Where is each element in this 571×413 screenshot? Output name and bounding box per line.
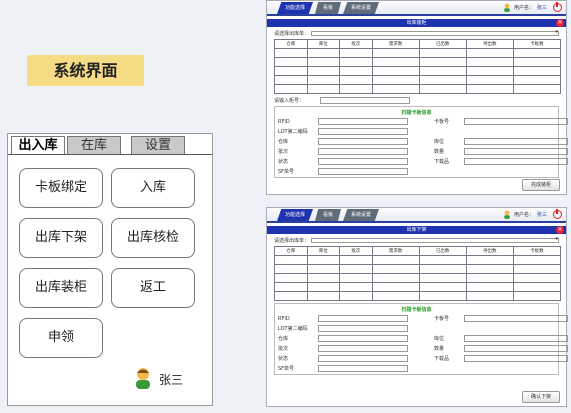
status-input[interactable] — [318, 355, 408, 362]
quantity-input[interactable] — [464, 345, 568, 352]
account: 用户名： 张三 — [503, 2, 562, 12]
lot-code-input[interactable] — [318, 128, 408, 135]
menu-function[interactable]: 功能选择 — [277, 209, 314, 221]
order-select[interactable] — [311, 236, 559, 243]
handheld-screen: 出入库 在库 设置 卡板绑定 入库 出库下架 出库核检 出库装柜 返工 申领 张… — [7, 133, 213, 406]
current-user: 张三 — [133, 367, 183, 392]
device-tabs: 出入库 在库 设置 — [8, 134, 212, 155]
account-label: 用户名： — [513, 5, 534, 11]
scan-title: 扫描卡板信息 — [401, 110, 432, 116]
status-input[interactable] — [318, 158, 408, 165]
location-input[interactable] — [464, 138, 568, 145]
user-name: 张三 — [159, 373, 184, 387]
sf-no-input[interactable] — [318, 168, 408, 175]
download-input[interactable] — [464, 158, 568, 165]
warehouse-input[interactable] — [318, 335, 408, 342]
confirm-unshelve-button[interactable]: 确认下架 — [522, 391, 560, 403]
container-no-label: 请输入柜号： — [274, 98, 305, 104]
user-avatar-icon — [504, 3, 510, 12]
scan-panel: 扫描卡板信息 RFID 卡板号 LOT第二编码 仓库 库位 批次 数量 状态 下载品 S… — [274, 303, 568, 375]
menu-dashboard[interactable]: 看板 — [315, 2, 342, 14]
account-label: 用户名： — [513, 212, 534, 218]
close-icon[interactable]: ✕ — [556, 19, 564, 27]
sf-no-input[interactable] — [318, 365, 408, 372]
window-title-text: 出库下架 — [406, 227, 427, 233]
power-icon[interactable] — [553, 2, 562, 12]
account-name: 张三 — [536, 5, 547, 11]
download-input[interactable] — [464, 355, 568, 362]
power-icon[interactable] — [553, 209, 562, 219]
lot-code-input[interactable] — [318, 325, 408, 332]
order-select-label: 请选择出库单： — [274, 238, 310, 244]
order-table: 仓库 库位 批次 需求数 已出数 待出数 卡板数 — [274, 246, 562, 301]
pallet-no-input[interactable] — [464, 315, 568, 322]
warehouse-input[interactable] — [318, 138, 408, 145]
unshelve-window: 功能选择 看板 系统设置 用户名：张三 出库下架 ✕ 请选择出库单： 仓库库位批次… — [266, 207, 568, 407]
scan-panel: 扫描卡板信息 RFID 卡板号 LOT第二编码 仓库 库位 批次 数量 状态 下载品 S… — [274, 106, 568, 178]
complete-loading-button[interactable]: 完成装柜 — [522, 179, 560, 191]
order-select[interactable] — [311, 29, 559, 36]
batch-input[interactable] — [318, 148, 408, 155]
container-no-input[interactable] — [320, 97, 411, 104]
outbound-check-button[interactable]: 出库核检 — [111, 218, 195, 258]
requisition-button[interactable]: 申领 — [19, 318, 103, 358]
batch-input[interactable] — [318, 345, 408, 352]
location-input[interactable] — [464, 335, 568, 342]
account: 用户名： 张三 — [503, 209, 562, 219]
menu-function[interactable]: 功能选择 — [277, 2, 314, 14]
outbound-load-button[interactable]: 出库装柜 — [19, 268, 103, 308]
pallet-no-input[interactable] — [464, 118, 568, 125]
page-heading: 系统界面 — [27, 55, 144, 86]
pallet-bind-button[interactable]: 卡板绑定 — [19, 168, 103, 208]
tab-inout[interactable]: 出入库 — [11, 136, 65, 154]
order-table: 仓库 库位 批次 需求数 已出数 待出数 卡板数 — [274, 39, 562, 94]
menu-bar: 功能选择 看板 系统设置 用户名： 张三 — [267, 1, 566, 16]
menu-system-settings[interactable]: 系统设置 — [343, 209, 380, 221]
tab-instock[interactable]: 在库 — [67, 136, 121, 154]
window-title: 出库下架 ✕ — [267, 226, 566, 234]
tab-settings[interactable]: 设置 — [131, 136, 185, 154]
load-container-window: 功能选择 看板 系统设置 用户名：张三 出库装柜 ✕ 请选择出库单： 仓库库位批次… — [266, 0, 568, 195]
close-icon[interactable]: ✕ — [556, 226, 564, 234]
rework-button[interactable]: 返工 — [111, 268, 195, 308]
menu-system-settings[interactable]: 系统设置 — [343, 2, 380, 14]
user-avatar-icon — [133, 367, 153, 392]
menu-dashboard[interactable]: 看板 — [315, 209, 342, 221]
window-title-text: 出库装柜 — [406, 20, 427, 26]
window-title: 出库装柜 ✕ — [267, 19, 566, 27]
account-name: 张三 — [536, 212, 547, 218]
scan-title: 扫描卡板信息 — [401, 307, 432, 313]
outbound-unshelve-button[interactable]: 出库下架 — [19, 218, 103, 258]
menu-bar: 功能选择 看板 系统设置 用户名： 张三 — [267, 208, 566, 223]
rfid-input[interactable] — [318, 315, 408, 322]
user-avatar-icon — [504, 210, 510, 219]
rfid-input[interactable] — [318, 118, 408, 125]
order-select-label: 请选择出库单： — [274, 31, 310, 37]
inbound-button[interactable]: 入库 — [111, 168, 195, 208]
quantity-input[interactable] — [464, 148, 568, 155]
